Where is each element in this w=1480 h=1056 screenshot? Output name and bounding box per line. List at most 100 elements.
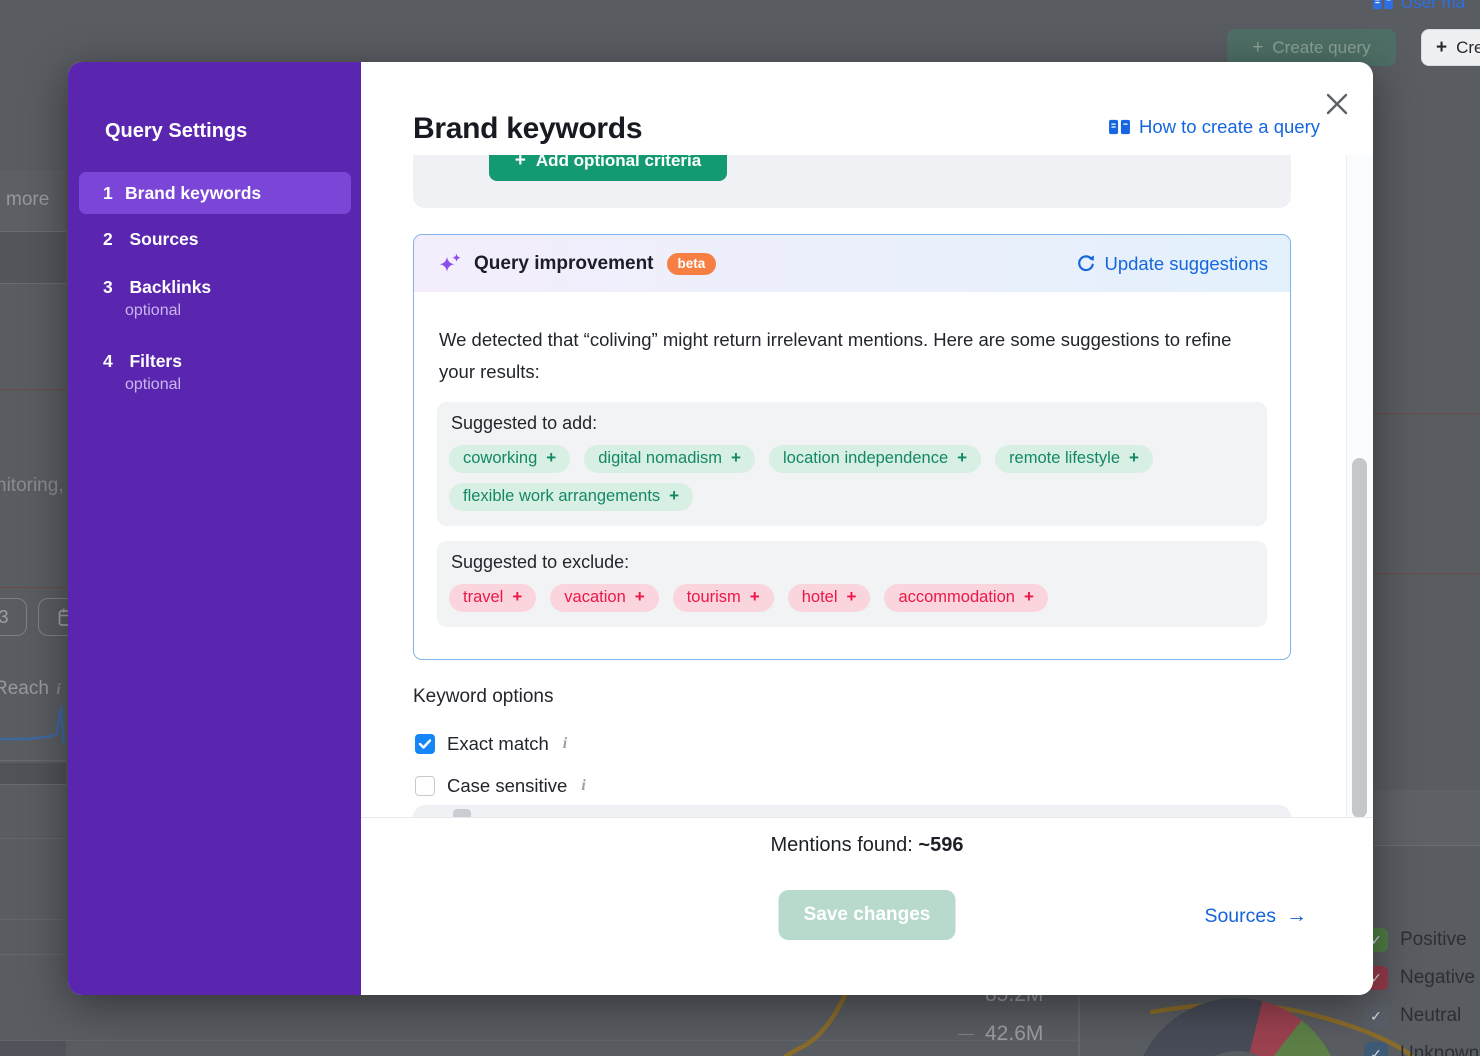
exact-match-label: Exact match — [447, 733, 549, 755]
keyword-options-title: Keyword options — [413, 686, 553, 708]
divider — [1374, 845, 1480, 846]
exact-match-checkbox[interactable] — [415, 734, 435, 754]
plus-icon: + — [515, 155, 526, 172]
help-link-label: How to create a query — [1139, 116, 1320, 138]
keyword-label: flexible work arrangements — [463, 487, 660, 506]
divider — [0, 784, 66, 785]
keyword-label: tourism — [687, 588, 741, 607]
sidebar-item-sources[interactable]: 2 Sources — [79, 229, 351, 250]
plus-icon: + — [1024, 587, 1034, 607]
optional-note: optional — [103, 302, 351, 320]
update-suggestions-link[interactable]: Update suggestions — [1076, 253, 1268, 275]
divider — [0, 389, 66, 390]
bg-row — [0, 1041, 66, 1056]
divider — [0, 231, 66, 232]
divider — [0, 587, 66, 588]
create-label: Cre — [1456, 38, 1480, 58]
more-label: more — [6, 189, 49, 211]
create-query-label: Create query — [1272, 38, 1370, 58]
scrollbar-thumb[interactable] — [1352, 458, 1367, 818]
divider — [1374, 573, 1480, 574]
suggested-exclude-box: Suggested to exclude: travel + vacation — [437, 541, 1267, 627]
exclude-keyword-pill[interactable]: accommodation + — [884, 584, 1047, 612]
book-icon — [1372, 0, 1394, 12]
save-changes-button[interactable]: Save changes — [779, 890, 956, 940]
case-sensitive-label: Case sensitive — [447, 775, 567, 797]
sidebar-item-backlinks[interactable]: 3 Backlinks optional — [79, 277, 351, 320]
optional-note: optional — [103, 376, 351, 394]
case-sensitive-row: Case sensitive i — [415, 773, 588, 799]
suggested-exclude-label: Suggested to exclude: — [451, 552, 1255, 573]
exclude-keyword-pill[interactable]: vacation + — [550, 584, 658, 612]
user-manual-label: User ma — [1401, 0, 1465, 13]
keyword-label: remote lifestyle — [1009, 449, 1120, 468]
arrow-right-icon: → — [1286, 904, 1307, 928]
legend-label: Neutral — [1400, 1005, 1461, 1027]
sources-label: Sources — [1204, 905, 1276, 928]
plus-icon: + — [731, 448, 741, 468]
plus-icon: + — [669, 486, 679, 506]
add-keyword-pill[interactable]: digital nomadism + — [584, 445, 755, 473]
query-improvement-body: We detected that “coliving” might return… — [414, 324, 1290, 627]
modal-footer: Mentions found: ~596 Save changes Source… — [361, 817, 1373, 995]
sidebar-item-brand-keywords[interactable]: 1 Brand keywords — [79, 172, 351, 214]
date-range-button: 93 — [0, 598, 27, 636]
exclude-keyword-pill[interactable]: travel + — [449, 584, 536, 612]
plus-icon: + — [847, 587, 857, 607]
close-icon[interactable] — [1323, 90, 1351, 118]
bg-row — [0, 763, 66, 784]
legend-label: Unknown — [1400, 1043, 1479, 1056]
bg-row — [0, 232, 66, 283]
exclude-keyword-pill[interactable]: hotel + — [788, 584, 871, 612]
reach-sparkline — [0, 690, 68, 760]
exclude-keyword-pill[interactable]: tourism + — [673, 584, 774, 612]
add-keyword-pill[interactable]: remote lifestyle + — [995, 445, 1153, 473]
keyword-label: coworking — [463, 449, 537, 468]
plus-icon: + — [1129, 448, 1139, 468]
plus-icon: + — [512, 587, 522, 607]
screen: more nitoring, 93 Reach i — [0, 0, 1480, 1056]
divider — [0, 838, 66, 839]
sidebar-title: Query Settings — [105, 120, 247, 143]
suggested-add-label: Suggested to add: — [451, 413, 1255, 434]
add-keyword-pill[interactable]: coworking + — [449, 445, 570, 473]
next-section-edge — [413, 805, 1291, 817]
add-keyword-pill[interactable]: flexible work arrangements + — [449, 483, 693, 511]
legend-item-unknown: ✓ Unknown — [1364, 1042, 1479, 1056]
add-keyword-pill[interactable]: location independence + — [769, 445, 981, 473]
query-improvement-card: Query improvement beta Update suggestion… — [413, 234, 1291, 660]
sidebar-item-filters[interactable]: 4 Filters optional — [79, 351, 351, 394]
create-query-secondary-button[interactable]: + Cre — [1421, 29, 1480, 66]
sparkles-icon — [437, 251, 463, 277]
divider — [0, 283, 66, 284]
info-icon[interactable]: i — [579, 777, 587, 795]
keyword-label: travel — [463, 588, 503, 607]
neutral-checkbox: ✓ — [1364, 1004, 1388, 1028]
info-icon[interactable]: i — [561, 735, 569, 753]
step-number: 3 — [103, 277, 125, 298]
legend-item-neutral: ✓ Neutral — [1364, 1004, 1461, 1028]
plus-icon: + — [957, 448, 967, 468]
modal-sidebar: Query Settings 1 Brand keywords 2 Source… — [68, 62, 361, 995]
suggested-add-pills: coworking + digital nomadism + — [449, 445, 1255, 511]
bg-row — [1374, 790, 1480, 845]
sources-next-link[interactable]: Sources → — [1204, 904, 1307, 928]
monitoring-text-fragment: nitoring, — [0, 475, 64, 497]
suggested-exclude-pills: travel + vacation + tourism — [449, 584, 1255, 612]
create-query-button: + Create query — [1227, 29, 1396, 66]
add-optional-criteria-button[interactable]: + Add optional criteria — [489, 155, 727, 181]
user-manual-link[interactable]: User ma — [1372, 0, 1465, 16]
case-sensitive-checkbox[interactable] — [415, 776, 435, 796]
plus-icon: + — [1436, 37, 1447, 59]
modal-title: Brand keywords — [413, 112, 642, 146]
step-label: Sources — [129, 229, 198, 249]
keyword-label: accommodation — [898, 588, 1014, 607]
how-to-create-query-link[interactable]: How to create a query — [1108, 116, 1320, 138]
plus-icon: + — [750, 587, 760, 607]
query-improvement-description: We detected that “coliving” might return… — [439, 324, 1259, 387]
step-number: 1 — [103, 183, 125, 204]
legend-label: Positive — [1400, 929, 1467, 951]
keyword-label: hotel — [802, 588, 838, 607]
legend-item-positive: ✓ Positive — [1364, 928, 1467, 952]
plus-icon: + — [546, 448, 556, 468]
